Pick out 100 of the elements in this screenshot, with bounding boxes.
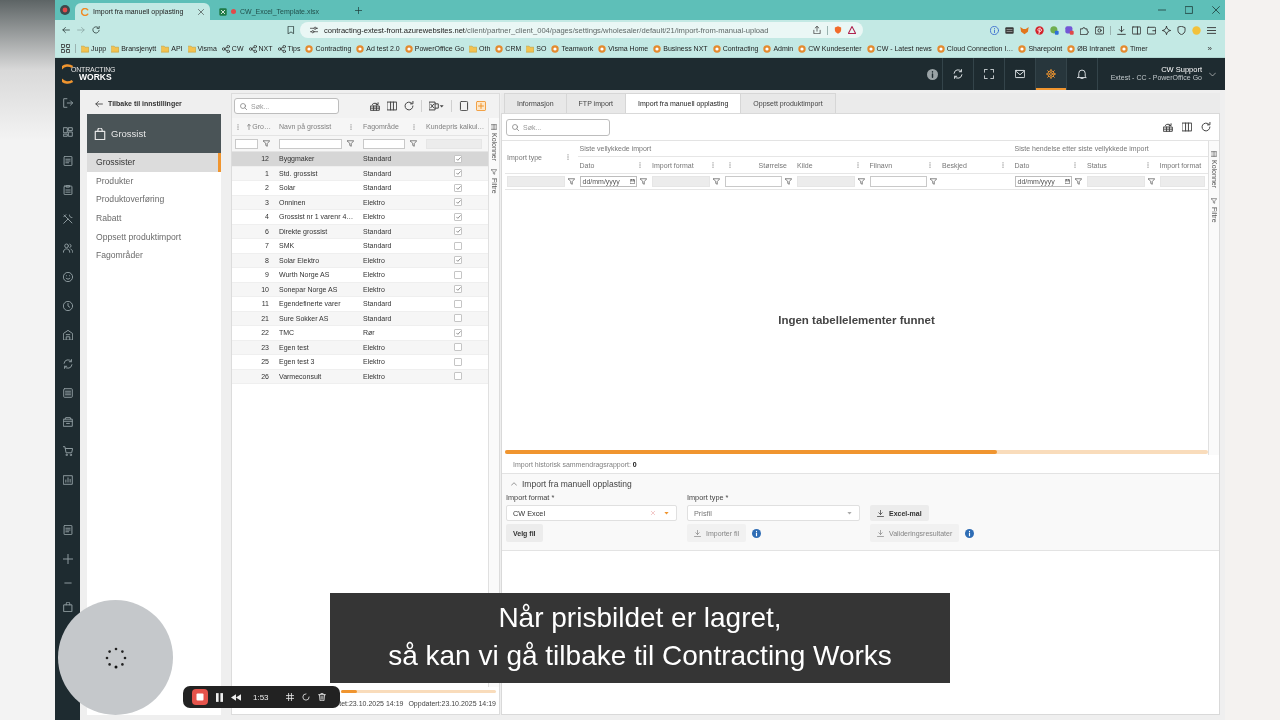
section-toggle[interactable]: Import fra manuell opplasting	[506, 477, 632, 491]
filter-icon[interactable]	[857, 178, 865, 185]
fox-icon[interactable]	[1020, 25, 1029, 35]
back-icon[interactable]	[62, 26, 70, 34]
refresh-icon[interactable]	[1201, 122, 1211, 132]
columns-icon[interactable]	[387, 101, 397, 111]
checkbox[interactable]	[454, 169, 462, 178]
menu-icon[interactable]	[1207, 25, 1216, 35]
nav-item[interactable]: Oppsett produktimport	[87, 227, 221, 246]
clock-icon[interactable]	[62, 301, 73, 311]
share-icon[interactable]	[813, 26, 821, 34]
info-icon[interactable]	[965, 528, 975, 538]
sidebar-icon[interactable]	[1132, 25, 1141, 35]
sparkle-icon[interactable]	[1162, 25, 1171, 35]
scrollbar[interactable]	[341, 690, 496, 693]
list-icon[interactable]	[62, 388, 73, 398]
document-icon[interactable]	[62, 525, 73, 535]
info-icon[interactable]	[990, 25, 999, 35]
checkbox[interactable]	[454, 357, 462, 366]
bag-icon[interactable]	[62, 602, 73, 612]
dashboard-icon[interactable]	[62, 127, 73, 137]
info-button[interactable]	[927, 68, 938, 80]
restart-icon[interactable]	[301, 693, 310, 701]
card-icon[interactable]	[1005, 25, 1014, 35]
filter-icon[interactable]	[263, 140, 270, 147]
filter-icon[interactable]	[410, 140, 417, 147]
table-arrow-icon[interactable]	[370, 101, 380, 111]
filter-icon[interactable]	[567, 178, 575, 185]
nav-item[interactable]: Produktoverføring	[87, 190, 221, 209]
refresh-icon[interactable]	[404, 101, 414, 111]
nav-item[interactable]: Rabatt	[87, 208, 221, 228]
calendar-icon[interactable]	[630, 179, 635, 184]
filter-field[interactable]	[724, 176, 782, 187]
columns-icon[interactable]	[1182, 122, 1192, 132]
document-icon[interactable]	[459, 101, 469, 111]
checkbox[interactable]	[454, 314, 462, 323]
reload-icon[interactable]	[92, 26, 100, 34]
shield-icon[interactable]	[1177, 25, 1186, 35]
shield-icon[interactable]	[834, 26, 842, 34]
caret-down-icon[interactable]	[847, 511, 852, 515]
extension-badge-icon[interactable]	[1050, 25, 1059, 35]
maximize-icon[interactable]	[1185, 6, 1193, 14]
document-icon[interactable]	[62, 156, 73, 166]
clipboard-icon[interactable]	[62, 185, 73, 195]
filter-icon[interactable]	[785, 178, 792, 185]
checkbox[interactable]	[454, 343, 462, 352]
more-bookmarks-button[interactable]: »	[1207, 44, 1225, 53]
checkbox[interactable]	[454, 299, 462, 308]
checkbox[interactable]	[454, 154, 462, 163]
frame-icon[interactable]	[1095, 25, 1104, 35]
scrollbar[interactable]	[505, 450, 1208, 454]
download-icon[interactable]	[1117, 25, 1126, 35]
checkbox[interactable]	[454, 183, 462, 192]
filter-icon[interactable]	[347, 140, 354, 147]
settings-button[interactable]	[1035, 58, 1066, 90]
export-menu-icon[interactable]	[429, 101, 444, 111]
checkbox[interactable]	[454, 285, 462, 294]
plus-icon[interactable]	[355, 6, 362, 14]
filter-icon[interactable]	[1147, 178, 1155, 185]
nav-item[interactable]: Fagområder	[87, 245, 221, 265]
rewind-icon[interactable]	[231, 693, 241, 701]
table-arrow-icon[interactable]	[1163, 122, 1173, 132]
wallet-icon[interactable]	[1147, 25, 1156, 35]
apps-grid-icon[interactable]	[61, 44, 70, 53]
filter-icon[interactable]	[930, 178, 937, 185]
checkbox[interactable]	[454, 270, 462, 279]
sliders-icon[interactable]	[310, 26, 318, 34]
info-icon[interactable]	[752, 528, 762, 538]
checkbox[interactable]	[454, 212, 462, 221]
checkbox[interactable]	[454, 328, 462, 337]
sync-icon[interactable]	[62, 359, 73, 369]
caret-down-icon[interactable]	[664, 511, 669, 515]
stop-icon[interactable]	[192, 689, 208, 705]
chart-icon[interactable]	[62, 475, 73, 485]
filter-field[interactable]	[279, 138, 342, 149]
grid-icon[interactable]	[285, 693, 294, 701]
puzzle-icon[interactable]	[1080, 25, 1089, 35]
checkbox[interactable]	[454, 256, 462, 265]
box-icon[interactable]	[62, 417, 73, 427]
cart-icon[interactable]	[62, 446, 73, 456]
filter-icon[interactable]	[712, 178, 720, 185]
round-logo-icon[interactable]	[1035, 25, 1044, 35]
record-icon[interactable]	[60, 5, 70, 15]
nav-item[interactable]: Produkter	[87, 171, 221, 191]
trash-icon[interactable]	[317, 693, 326, 701]
filter-field[interactable]	[363, 138, 405, 149]
filter-icon[interactable]	[640, 178, 647, 185]
filter-field[interactable]	[869, 176, 927, 187]
filter-icon[interactable]	[1075, 178, 1082, 185]
nav-item[interactable]: Grossister	[87, 153, 221, 172]
users-icon[interactable]	[62, 243, 73, 253]
plus-icon[interactable]	[62, 554, 73, 564]
calendar-icon[interactable]	[1065, 179, 1070, 184]
extension-badge-icon[interactable]	[1065, 25, 1074, 35]
close-icon[interactable]	[1212, 6, 1220, 14]
checkbox[interactable]	[454, 241, 462, 250]
checkbox[interactable]	[454, 227, 462, 236]
close-icon[interactable]	[198, 8, 204, 15]
filter-field[interactable]	[235, 138, 258, 149]
bookmark-icon[interactable]	[287, 26, 295, 34]
